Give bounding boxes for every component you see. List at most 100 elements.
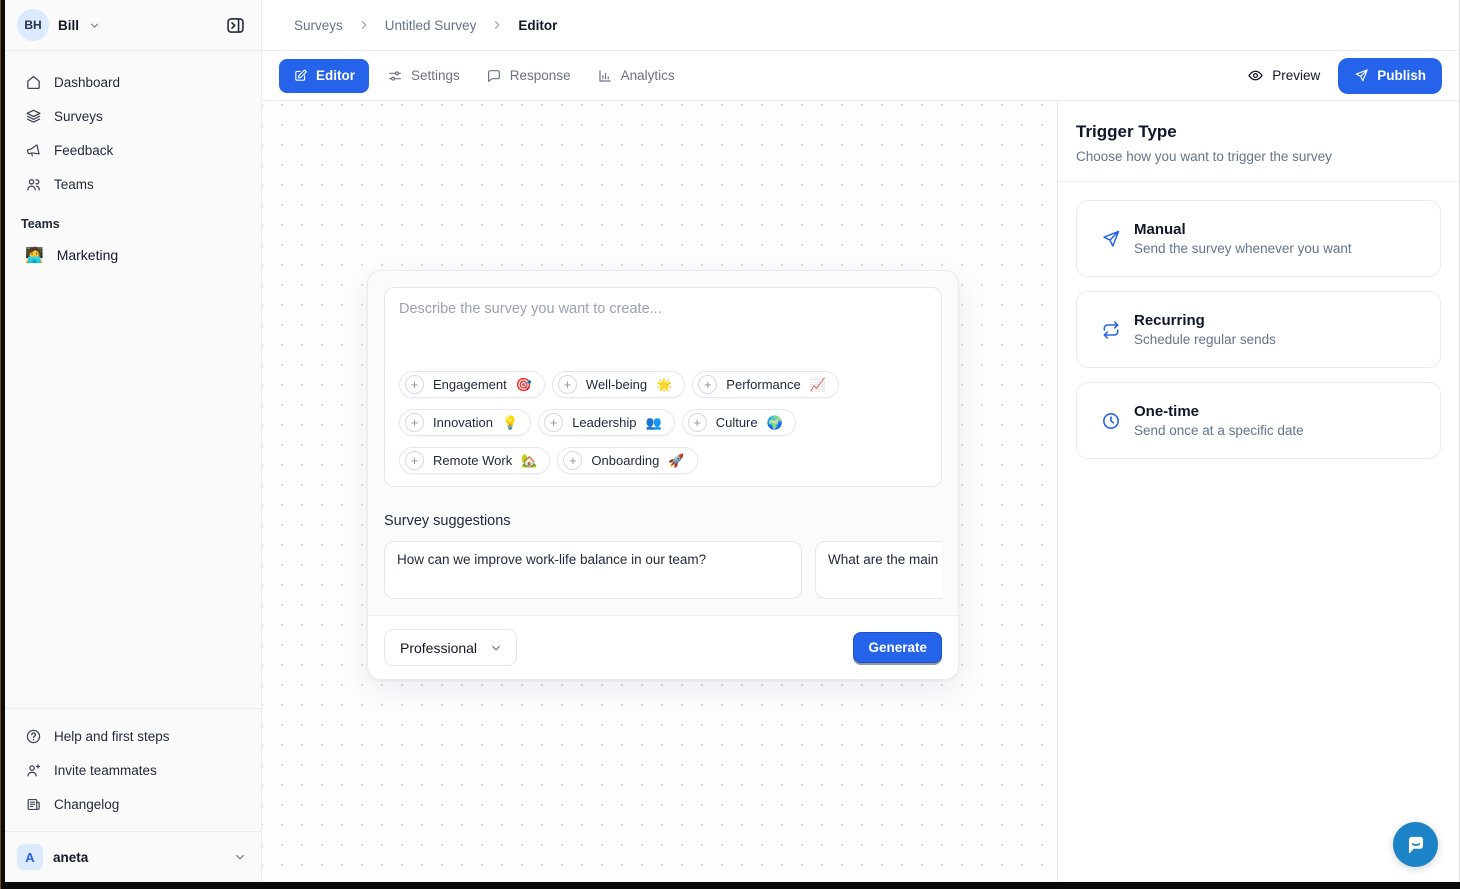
plus-icon: + <box>544 413 563 432</box>
chip-label: Culture <box>716 415 758 430</box>
megaphone-icon <box>25 142 42 159</box>
sidebar-toggle-button[interactable] <box>221 11 249 39</box>
toolbar-tabs: Editor Settings Response Analytics <box>279 59 683 93</box>
chip-emoji: 🌍 <box>767 415 783 431</box>
app-window: BH Bill Dashboard Surveys Feedback Teams <box>5 0 1460 882</box>
plus-icon: + <box>405 375 424 394</box>
option-description: Send once at a specific date <box>1134 423 1304 438</box>
topic-chip-culture[interactable]: + Culture 🌍 <box>682 409 796 436</box>
suggestion-card[interactable]: What are the main obstacles to productiv… <box>815 541 942 599</box>
tab-settings[interactable]: Settings <box>379 59 468 93</box>
prompt-placeholder: Describe the survey you want to create..… <box>399 301 927 317</box>
sidebar-item-label: Help and first steps <box>54 729 170 744</box>
layers-icon <box>25 108 42 125</box>
send-icon <box>1101 229 1121 249</box>
preview-label: Preview <box>1272 68 1320 83</box>
chip-label: Performance <box>726 377 800 392</box>
team-emoji: 🧑‍💻 <box>25 248 44 263</box>
sidebar-spacer <box>5 273 261 708</box>
eye-icon <box>1247 67 1264 84</box>
sidebar-item-label: Invite teammates <box>54 763 157 778</box>
survey-suggestions-row: How can we improve work-life balance in … <box>384 541 942 599</box>
trigger-panel-header: Trigger Type Choose how you want to trig… <box>1058 101 1459 182</box>
topic-chip-performance[interactable]: +Performance📈 <box>692 371 839 398</box>
topic-chip-leadership[interactable]: +Leadership👥 <box>538 409 675 436</box>
user-plus-icon <box>25 762 42 779</box>
users-icon <box>25 176 42 193</box>
topic-chip-engagement[interactable]: +Engagement🎯 <box>399 371 545 398</box>
sliders-icon <box>387 68 403 84</box>
sidebar-item-marketing[interactable]: 🧑‍💻 Marketing <box>5 237 261 273</box>
clock-icon <box>1101 411 1121 431</box>
plus-icon: + <box>698 375 717 394</box>
topic-chips: +Engagement🎯 +Well-being🌟 +Performance📈 … <box>399 371 927 474</box>
repeat-icon <box>1101 320 1121 340</box>
sidebar-item-label: Dashboard <box>54 75 120 90</box>
topic-chip-remote-work[interactable]: +Remote Work🏡 <box>399 447 550 474</box>
generate-button[interactable]: Generate <box>853 632 942 663</box>
breadcrumb-surveys[interactable]: Surveys <box>294 18 343 33</box>
publish-button[interactable]: Publish <box>1338 58 1442 94</box>
tab-analytics[interactable]: Analytics <box>589 59 683 93</box>
panel-subtitle: Choose how you want to trigger the surve… <box>1076 149 1441 164</box>
sidebar-item-surveys[interactable]: Surveys <box>13 99 253 133</box>
breadcrumb-editor: Editor <box>518 18 557 33</box>
option-title: Recurring <box>1134 312 1276 329</box>
editor-content: Describe the survey you want to create..… <box>262 101 1459 882</box>
survey-canvas[interactable]: Describe the survey you want to create..… <box>262 101 1057 882</box>
sidebar-item-invite-teammates[interactable]: Invite teammates <box>13 753 253 787</box>
plus-icon: + <box>563 451 582 470</box>
sidebar-item-label: Feedback <box>54 143 113 158</box>
chevron-down-icon <box>233 850 247 864</box>
panel-title: Trigger Type <box>1076 122 1441 142</box>
chip-emoji: 🏡 <box>521 453 537 469</box>
plus-icon: + <box>688 413 707 432</box>
chip-emoji: 👥 <box>646 415 662 431</box>
sidebar: BH Bill Dashboard Surveys Feedback Teams <box>5 0 262 882</box>
newspaper-icon <box>25 796 42 813</box>
chevron-down-icon <box>88 19 101 32</box>
tab-label: Analytics <box>621 68 675 83</box>
topic-chip-onboarding[interactable]: +Onboarding🚀 <box>557 447 697 474</box>
trigger-option-manual[interactable]: Manual Send the survey whenever you want <box>1076 200 1441 277</box>
breadcrumb: Surveys Untitled Survey Editor <box>262 0 1459 51</box>
tone-select[interactable]: Professional <box>384 629 517 666</box>
sidebar-item-dashboard[interactable]: Dashboard <box>13 65 253 99</box>
chat-launcher-button[interactable] <box>1393 822 1438 867</box>
chip-emoji: 🚀 <box>668 453 684 469</box>
trigger-option-recurring[interactable]: Recurring Schedule regular sends <box>1076 291 1441 368</box>
chip-emoji: 🌟 <box>656 377 672 393</box>
suggestion-card[interactable]: How can we improve work-life balance in … <box>384 541 802 599</box>
topic-chip-well-being[interactable]: +Well-being🌟 <box>552 371 685 398</box>
bar-chart-icon <box>597 68 613 84</box>
user-name: aneta <box>53 850 88 865</box>
main-area: Surveys Untitled Survey Editor Editor Se… <box>262 0 1459 882</box>
sidebar-nav: Dashboard Surveys Feedback Teams <box>5 51 261 205</box>
preview-button[interactable]: Preview <box>1247 67 1320 84</box>
tab-editor[interactable]: Editor <box>279 59 369 93</box>
publish-label: Publish <box>1377 68 1426 83</box>
sidebar-item-changelog[interactable]: Changelog <box>13 787 253 821</box>
sidebar-item-teams[interactable]: Teams <box>13 167 253 201</box>
user-menu[interactable]: A aneta <box>5 831 261 882</box>
breadcrumb-untitled-survey[interactable]: Untitled Survey <box>385 18 477 33</box>
survey-prompt-input[interactable]: Describe the survey you want to create..… <box>384 287 942 487</box>
trigger-options: Manual Send the survey whenever you want… <box>1058 182 1459 477</box>
tab-response[interactable]: Response <box>478 59 579 93</box>
trigger-option-one-time[interactable]: One-time Send once at a specific date <box>1076 382 1441 459</box>
chip-label: Innovation <box>433 415 493 430</box>
sidebar-item-feedback[interactable]: Feedback <box>13 133 253 167</box>
chat-bubble-smile-icon <box>1403 832 1429 858</box>
chip-emoji: 🎯 <box>516 377 532 393</box>
sidebar-item-help[interactable]: Help and first steps <box>13 719 253 753</box>
workspace-switcher[interactable]: BH Bill <box>5 0 261 51</box>
teams-section-label: Teams <box>5 205 261 237</box>
sidebar-footer-nav: Help and first steps Invite teammates Ch… <box>5 708 261 831</box>
help-circle-icon <box>25 728 42 745</box>
topic-chip-innovation[interactable]: +Innovation💡 <box>399 409 531 436</box>
tone-value: Professional <box>400 640 477 656</box>
tab-label: Settings <box>411 68 460 83</box>
edit-icon <box>293 68 308 83</box>
sidebar-item-label: Changelog <box>54 797 119 812</box>
sidebar-item-label: Surveys <box>54 109 103 124</box>
